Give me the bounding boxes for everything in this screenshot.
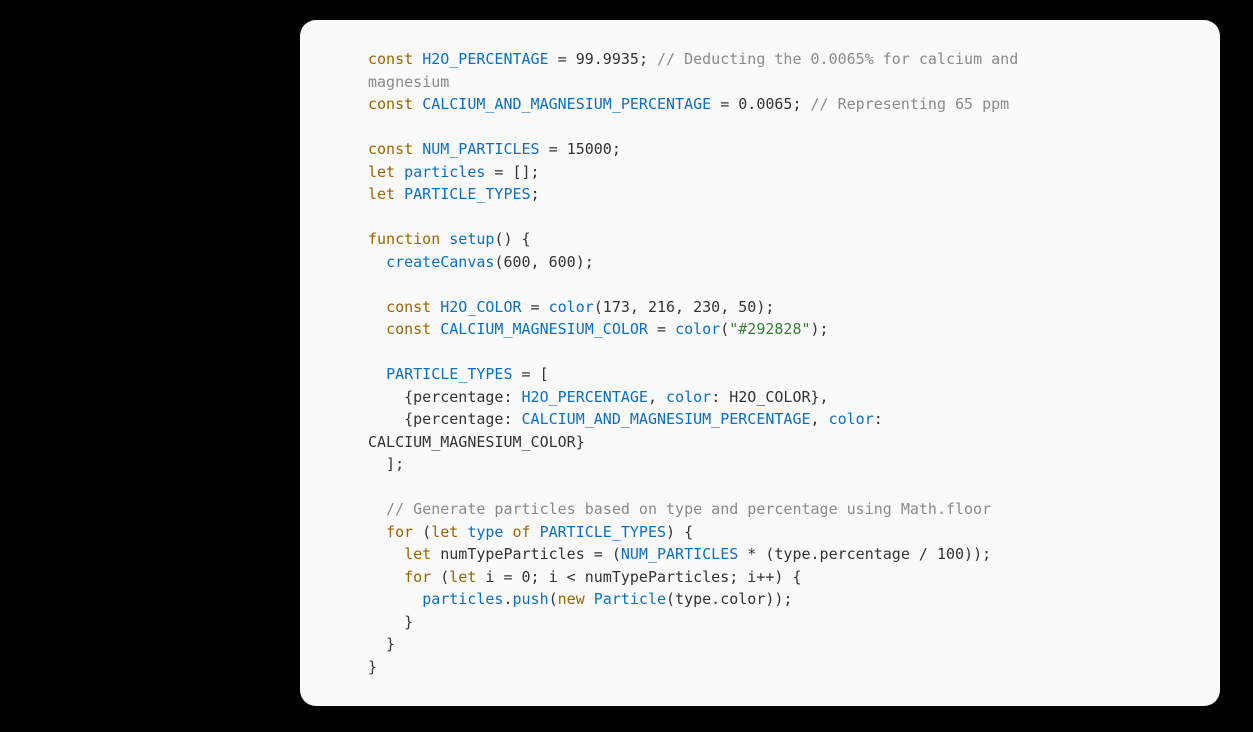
text: () { bbox=[494, 230, 530, 248]
keyword-const: const bbox=[386, 320, 431, 338]
text: i = 0; i < numTypeParticles; i++) { bbox=[476, 568, 801, 586]
keyword-new: new bbox=[558, 590, 585, 608]
text bbox=[585, 590, 594, 608]
text: (173, 216, 230, 50); bbox=[594, 298, 775, 316]
const-calcium-magnesium-color: CALCIUM_MAGNESIUM_COLOR bbox=[440, 320, 648, 338]
text: ( bbox=[720, 320, 729, 338]
keyword-for: for bbox=[386, 523, 413, 541]
text: = [ bbox=[513, 365, 549, 383]
text: = bbox=[648, 320, 675, 338]
comment: // Generate particles based on type and … bbox=[368, 500, 991, 518]
text: = bbox=[540, 140, 567, 158]
var-type: type bbox=[467, 523, 503, 541]
prop-color: color bbox=[829, 410, 874, 428]
text: (600, 600); bbox=[494, 253, 593, 271]
text: ( bbox=[413, 523, 431, 541]
text: numTypeParticles = ( bbox=[431, 545, 621, 563]
keyword-let: let bbox=[449, 568, 476, 586]
var-particles: particles bbox=[422, 590, 503, 608]
keyword-let: let bbox=[368, 185, 395, 203]
text: CALCIUM_MAGNESIUM_COLOR} bbox=[368, 433, 585, 451]
keyword-const: const bbox=[386, 298, 431, 316]
text: = []; bbox=[485, 163, 539, 181]
string: "#292828" bbox=[729, 320, 810, 338]
comment: magnesium bbox=[368, 73, 449, 91]
text: ) { bbox=[666, 523, 693, 541]
keyword-let: let bbox=[404, 545, 431, 563]
code-content: const H2O_PERCENTAGE = 99.9935; // Deduc… bbox=[368, 48, 1188, 678]
method-push: push bbox=[513, 590, 549, 608]
text: = bbox=[711, 95, 738, 113]
const-calcium-magnesium-percentage: CALCIUM_AND_MAGNESIUM_PERCENTAGE bbox=[422, 95, 711, 113]
text: {percentage: bbox=[368, 410, 522, 428]
comment: // Deducting the 0.0065% for calcium and bbox=[648, 50, 1027, 68]
keyword-let: let bbox=[368, 163, 395, 181]
code-panel: const H2O_PERCENTAGE = 99.9935; // Deduc… bbox=[300, 20, 1220, 706]
text: ( bbox=[431, 568, 449, 586]
type-particle: Particle bbox=[594, 590, 666, 608]
keyword-let: let bbox=[431, 523, 458, 541]
text: {percentage: bbox=[368, 388, 522, 406]
text: * (type.percentage / 100)); bbox=[738, 545, 991, 563]
text: (type.color)); bbox=[666, 590, 792, 608]
prop-color: color bbox=[666, 388, 711, 406]
fn-setup: setup bbox=[449, 230, 494, 248]
text: = bbox=[522, 298, 549, 316]
text: : bbox=[874, 410, 892, 428]
text bbox=[458, 523, 467, 541]
const-num-particles: NUM_PARTICLES bbox=[422, 140, 539, 158]
text: , bbox=[648, 388, 666, 406]
text: ; bbox=[639, 50, 648, 68]
text: : H2O_COLOR}, bbox=[711, 388, 828, 406]
fn-createcanvas: createCanvas bbox=[386, 253, 494, 271]
number: 99.9935 bbox=[576, 50, 639, 68]
text: ; bbox=[612, 140, 621, 158]
const-h2o-color: H2O_COLOR bbox=[440, 298, 521, 316]
var-particle-types: PARTICLE_TYPES bbox=[540, 523, 666, 541]
keyword-of: of bbox=[513, 523, 531, 541]
const-ref: NUM_PARTICLES bbox=[621, 545, 738, 563]
keyword-const: const bbox=[368, 140, 413, 158]
text: ]; bbox=[368, 455, 404, 473]
fn-color: color bbox=[549, 298, 594, 316]
text: } bbox=[368, 658, 377, 676]
number: 15000 bbox=[567, 140, 612, 158]
const-ref: H2O_PERCENTAGE bbox=[522, 388, 648, 406]
number: 0.0065 bbox=[738, 95, 792, 113]
text: } bbox=[368, 613, 413, 631]
const-ref: CALCIUM_AND_MAGNESIUM_PERCENTAGE bbox=[522, 410, 811, 428]
text bbox=[503, 523, 512, 541]
fn-color: color bbox=[675, 320, 720, 338]
text: ); bbox=[811, 320, 829, 338]
const-h2o-percentage: H2O_PERCENTAGE bbox=[422, 50, 548, 68]
keyword-for: for bbox=[404, 568, 431, 586]
text: ( bbox=[549, 590, 558, 608]
var-particles: particles bbox=[404, 163, 485, 181]
text: } bbox=[368, 635, 395, 653]
text: , bbox=[811, 410, 829, 428]
var-particle-types: PARTICLE_TYPES bbox=[404, 185, 530, 203]
keyword-function: function bbox=[368, 230, 440, 248]
text: = bbox=[549, 50, 576, 68]
comment: // Representing 65 ppm bbox=[801, 95, 1009, 113]
text bbox=[531, 523, 540, 541]
keyword-const: const bbox=[368, 95, 413, 113]
var-particle-types: PARTICLE_TYPES bbox=[386, 365, 512, 383]
keyword-const: const bbox=[368, 50, 413, 68]
text: . bbox=[503, 590, 512, 608]
text: ; bbox=[531, 185, 540, 203]
